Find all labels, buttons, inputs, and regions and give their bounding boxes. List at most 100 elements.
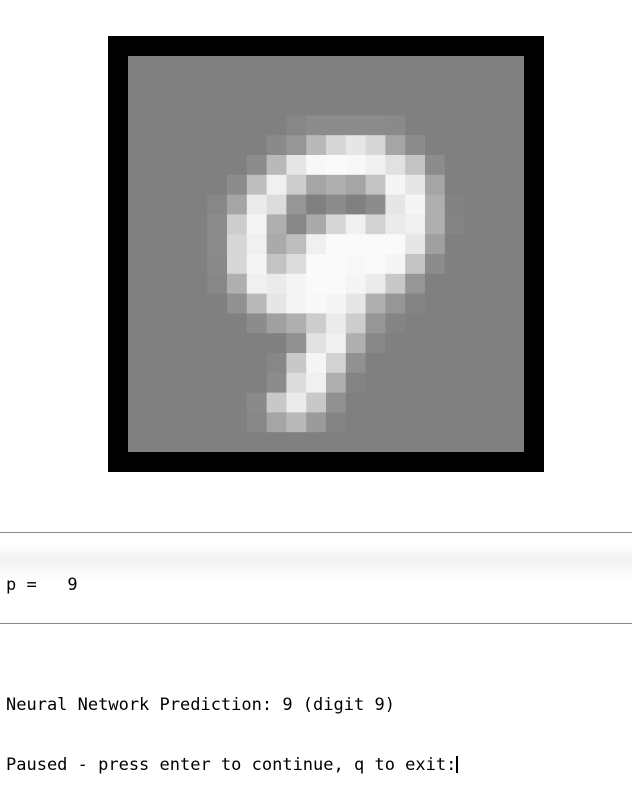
- pixel-cell: [286, 392, 307, 413]
- pixel-cell: [286, 155, 307, 176]
- pixel-cell: [147, 155, 169, 176]
- pixel-cell: [167, 214, 188, 235]
- pixel-cell: [326, 273, 347, 295]
- pixel-cell: [504, 174, 524, 196]
- pixel-cell: [464, 155, 485, 176]
- pixel-cell: [345, 234, 367, 255]
- pixel-cell: [345, 432, 367, 452]
- pixel-cell: [405, 333, 426, 354]
- pixel-cell: [405, 194, 426, 215]
- pixel-cell: [405, 234, 426, 255]
- pixel-cell: [444, 214, 466, 235]
- pixel-cell: [147, 56, 169, 77]
- pixel-cell: [306, 392, 327, 413]
- pixel-cell: [306, 174, 327, 196]
- pixel-cell: [326, 56, 347, 77]
- pixel-cell: [187, 432, 208, 452]
- pixel-cell: [266, 234, 287, 255]
- pixel-cell: [345, 174, 367, 196]
- pixel-cell: [425, 293, 446, 314]
- pixel-cell: [147, 353, 169, 374]
- pixel-cell: [167, 392, 188, 413]
- pixel-cell: [365, 75, 386, 97]
- pixel-cell: [207, 214, 228, 235]
- pixel-cell: [385, 313, 406, 334]
- pixel-cell: [484, 432, 505, 452]
- pixel-cell: [286, 75, 307, 97]
- pixel-cell: [345, 333, 367, 354]
- pixel-cell: [246, 293, 268, 314]
- pixel-cell: [326, 353, 347, 374]
- pixel-cell: [128, 254, 149, 275]
- pixel-cell: [207, 412, 228, 433]
- figure-window: [0, 0, 632, 530]
- pixel-cell: [227, 333, 248, 354]
- pixel-cell: [464, 214, 485, 235]
- pixel-cell: [128, 333, 149, 354]
- pixel-cell: [504, 432, 524, 452]
- pixel-cell: [167, 372, 188, 394]
- pixel-cell: [306, 254, 327, 275]
- pixel-cell: [128, 273, 149, 295]
- pixel-cell: [266, 75, 287, 97]
- pixel-cell: [326, 135, 347, 156]
- pixel-cell: [187, 234, 208, 255]
- pixel-cell: [326, 254, 347, 275]
- pixel-cell: [266, 95, 287, 116]
- pixel-cell: [266, 155, 287, 176]
- pixel-cell: [227, 412, 248, 433]
- pixel-cell: [167, 254, 188, 275]
- pixel-cell: [385, 234, 406, 255]
- pixel-cell: [227, 234, 248, 255]
- pixel-cell: [246, 95, 268, 116]
- pixel-cell: [484, 234, 505, 255]
- command-window[interactable]: p = 9 Neural Network Prediction: 9 (digi…: [0, 532, 632, 775]
- pixel-cell: [385, 293, 406, 314]
- pixel-cell: [484, 95, 505, 116]
- pixel-cell: [306, 95, 327, 116]
- pixel-cell: [385, 95, 406, 116]
- pixel-cell: [345, 273, 367, 295]
- pixel-cell: [187, 254, 208, 275]
- pixel-cell: [306, 234, 327, 255]
- pixel-cell: [425, 155, 446, 176]
- pixel-cell: [425, 313, 446, 334]
- pixel-cell: [326, 214, 347, 235]
- pixel-cell: [266, 214, 287, 235]
- pixel-cell: [464, 95, 485, 116]
- pixel-cell: [266, 254, 287, 275]
- pixel-cell: [385, 115, 406, 136]
- pixel-cell: [405, 135, 426, 156]
- pixel-cell: [286, 412, 307, 433]
- pixel-cell: [385, 135, 406, 156]
- pixel-cell: [405, 372, 426, 394]
- pixel-cell: [147, 214, 169, 235]
- pixel-cell: [246, 254, 268, 275]
- console-prompt-line[interactable]: Paused - press enter to continue, q to e…: [6, 755, 632, 775]
- pixel-cell: [266, 293, 287, 314]
- pixel-cell: [286, 333, 307, 354]
- pixel-cell: [286, 115, 307, 136]
- pixel-cell: [246, 353, 268, 374]
- pixel-cell: [128, 353, 149, 374]
- pixel-cell: [345, 56, 367, 77]
- pixel-cell: [444, 234, 466, 255]
- pixel-cell: [207, 234, 228, 255]
- pixel-cell: [128, 214, 149, 235]
- pixel-cell: [385, 194, 406, 215]
- pixel-cell: [504, 234, 524, 255]
- pixel-cell: [345, 75, 367, 97]
- pixel-cell: [365, 155, 386, 176]
- pixel-cell: [207, 392, 228, 413]
- pixel-cell: [484, 372, 505, 394]
- pixel-cell: [504, 194, 524, 215]
- pixel-cell: [365, 353, 386, 374]
- console-line-p: p = 9: [6, 575, 78, 595]
- pixel-cell: [187, 95, 208, 116]
- pixel-cell: [326, 75, 347, 97]
- pixel-cell: [464, 194, 485, 215]
- pixel-cell: [444, 115, 466, 136]
- pixel-cell: [187, 115, 208, 136]
- pixel-cell: [167, 56, 188, 77]
- pixel-cell: [464, 293, 485, 314]
